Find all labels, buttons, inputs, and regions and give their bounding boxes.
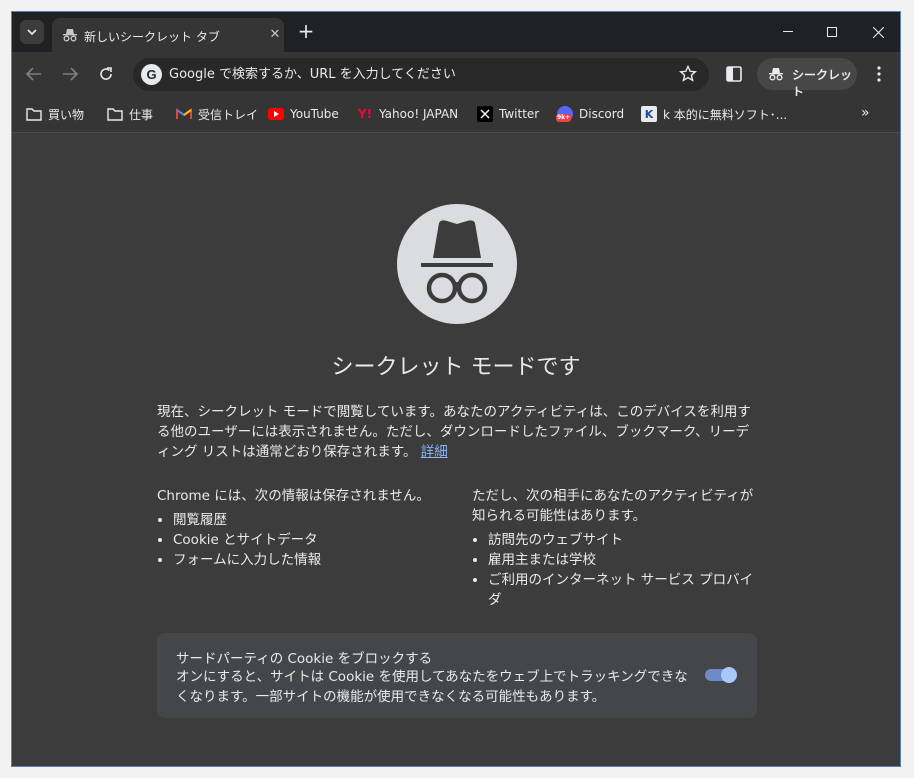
- tab-close-icon[interactable]: ✕: [266, 26, 284, 44]
- bookmarks-bar: 買い物 仕事 受信トレイ YouTube Y! Yahoo! JAPAN Twi…: [12, 96, 900, 133]
- side-panel-icon[interactable]: [724, 64, 744, 84]
- close-window-button[interactable]: [864, 20, 892, 44]
- forward-arrow-icon: [63, 67, 78, 81]
- visible-to-title: ただし、次の相手にあなたのアクティビティが知られる可能性はあります。: [472, 488, 754, 524]
- forward-button[interactable]: [58, 62, 82, 86]
- back-arrow-icon: [26, 67, 41, 81]
- chevron-down-icon: [27, 29, 37, 36]
- chevron-double-right-icon[interactable]: »: [861, 105, 870, 121]
- maximize-button[interactable]: [818, 20, 846, 44]
- bookmark-folder-work[interactable]: 仕事: [107, 105, 153, 123]
- tab-search-button[interactable]: [20, 20, 44, 44]
- incognito-icon: [397, 204, 517, 324]
- title-bar: 新しいシークレット タブ ✕ +: [12, 12, 900, 52]
- bookmark-label: Twitter: [499, 107, 540, 121]
- incognito-chip-label: シークレット: [792, 68, 853, 99]
- tab-incognito[interactable]: 新しいシークレット タブ ✕: [52, 18, 284, 52]
- gmail-icon: [176, 106, 192, 122]
- list-item: フォームに入力した情報: [173, 550, 447, 570]
- not-saved-section: Chrome には、次の情報は保存されません。 閲覧履歴 Cookie とサイト…: [157, 486, 447, 570]
- list-item: 閲覧履歴: [173, 510, 447, 530]
- visible-to-list: 訪問先のウェブサイト 雇用主または学校 ご利用のインターネット サービス プロバ…: [472, 530, 754, 610]
- folder-icon: [107, 106, 123, 122]
- toggle-knob: [721, 667, 737, 683]
- incognito-profile-chip[interactable]: シークレット: [757, 58, 857, 99]
- bookmark-discord[interactable]: 9k+ Discord: [556, 105, 625, 123]
- x-icon: [477, 106, 493, 122]
- bookmark-label: YouTube: [290, 107, 339, 121]
- close-icon: [872, 26, 884, 38]
- list-item: Cookie とサイトデータ: [173, 530, 447, 550]
- incognito-icon: [63, 29, 77, 42]
- search-input[interactable]: [169, 64, 649, 85]
- not-saved-title: Chrome には、次の情報は保存されません。: [157, 488, 430, 504]
- browser-window: 新しいシークレット タブ ✕ + G Google で検索するか、URL を入力…: [11, 11, 901, 767]
- tab-title: 新しいシークレット タブ: [84, 30, 220, 44]
- bookmark-label: 仕事: [129, 107, 154, 122]
- list-item: 雇用主または学校: [488, 550, 754, 570]
- bookmark-youtube[interactable]: YouTube: [268, 105, 339, 123]
- more-vert-icon[interactable]: [870, 64, 888, 84]
- folder-icon: [26, 106, 42, 122]
- yahoo-icon: Y!: [357, 107, 373, 121]
- learn-more-link[interactable]: 詳細: [421, 444, 448, 460]
- discord-icon: 9k+: [556, 106, 573, 122]
- list-item: ご利用のインターネット サービス プロバイダ: [488, 570, 754, 610]
- cookie-card-description: オンにすると、サイトは Cookie を使用してあなたをウェブ上でトラッキングで…: [176, 669, 688, 705]
- incognito-icon: [769, 68, 783, 81]
- minimize-button[interactable]: [774, 20, 802, 44]
- bookmark-label: 受信トレイ: [198, 107, 259, 122]
- address-bar[interactable]: G: [133, 58, 709, 91]
- block-cookies-toggle[interactable]: [705, 667, 737, 683]
- bookmark-label: Yahoo! JAPAN: [379, 107, 459, 121]
- reload-icon: [100, 67, 112, 80]
- page-title: シークレット モードです: [331, 355, 581, 380]
- youtube-icon: [268, 106, 284, 122]
- cookie-card-title: サードパーティの Cookie をブロックする: [176, 651, 433, 667]
- minimize-icon: [783, 31, 793, 32]
- k-icon: K: [641, 106, 657, 122]
- bookmark-twitter[interactable]: Twitter: [477, 105, 539, 123]
- incognito-page: シークレット モードです 現在、シークレット モードで閲覧しています。あなたのア…: [12, 133, 900, 766]
- list-item: 訪問先のウェブサイト: [488, 530, 754, 550]
- bookmark-folder-shopping[interactable]: 買い物: [26, 105, 84, 123]
- not-saved-list: 閲覧履歴 Cookie とサイトデータ フォームに入力した情報: [157, 510, 447, 570]
- bookmark-label: Discord: [579, 107, 625, 121]
- star-icon[interactable]: [679, 65, 697, 83]
- intro-text: 現在、シークレット モードで閲覧しています。あなたのアクティビティは、このデバイ…: [157, 402, 757, 462]
- bookmark-label: k 本的に無料ソフト･...: [663, 107, 788, 122]
- bookmark-inbox[interactable]: 受信トレイ: [176, 105, 258, 123]
- toolbar: G シークレット: [12, 52, 900, 99]
- google-icon: G: [141, 64, 162, 85]
- third-party-cookie-card: サードパーティの Cookie をブロックする オンにすると、サイトは Cook…: [157, 633, 757, 718]
- intro-body: 現在、シークレット モードで閲覧しています。あなたのアクティビティは、このデバイ…: [157, 404, 751, 460]
- back-button[interactable]: [22, 62, 46, 86]
- visible-to-section: ただし、次の相手にあなたのアクティビティが知られる可能性はあります。 訪問先のウ…: [472, 486, 754, 610]
- bookmark-yahoo[interactable]: Y! Yahoo! JAPAN: [357, 105, 458, 123]
- bookmark-label: 買い物: [48, 107, 85, 122]
- reload-button[interactable]: [94, 62, 118, 86]
- maximize-icon: [827, 27, 837, 37]
- new-tab-button[interactable]: +: [294, 20, 318, 44]
- bookmark-k-software[interactable]: K k 本的に無料ソフト･...: [641, 105, 787, 123]
